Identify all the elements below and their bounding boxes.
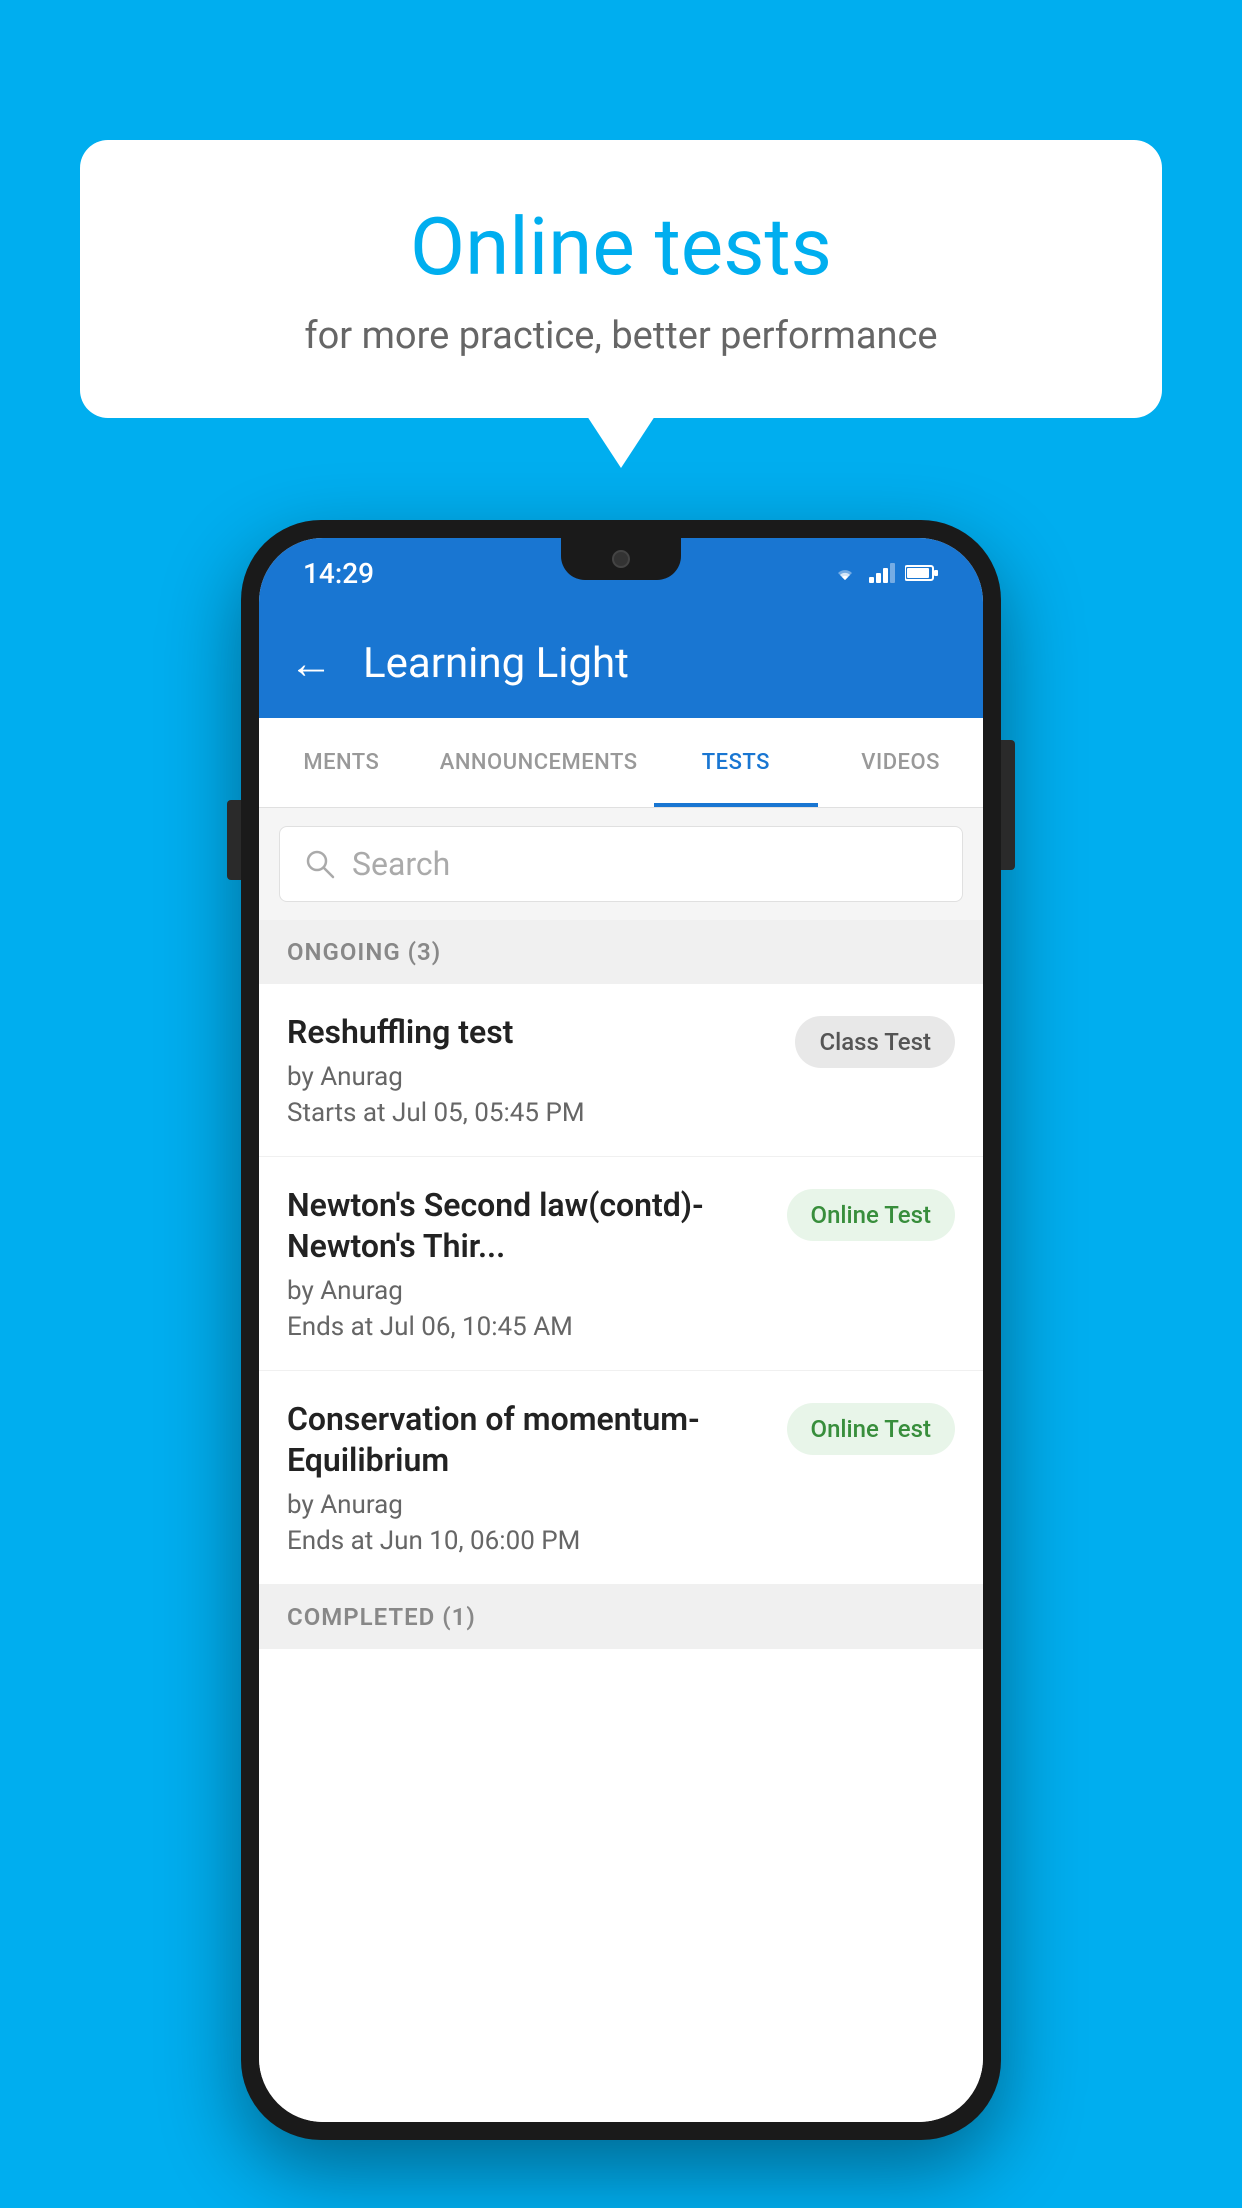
phone-wrapper: 14:29 — [241, 520, 1001, 2140]
test-item[interactable]: Newton's Second law(contd)-Newton's Thir… — [259, 1157, 983, 1371]
notch — [561, 538, 681, 580]
test-item-left: Reshuffling test by Anurag Starts at Jul… — [287, 1012, 775, 1128]
status-bar: 14:29 — [259, 538, 983, 608]
test-item-left: Conservation of momentum-Equilibrium by … — [287, 1399, 767, 1556]
tab-ments[interactable]: MENTS — [259, 718, 424, 807]
test-time: Starts at Jul 05, 05:45 PM — [287, 1098, 775, 1128]
signal-icon — [869, 563, 895, 583]
search-icon — [304, 848, 336, 880]
tab-tests[interactable]: TESTS — [654, 718, 819, 807]
wifi-icon — [831, 562, 859, 584]
test-author: by Anurag — [287, 1490, 767, 1520]
completed-section-header: COMPLETED (1) — [259, 1585, 983, 1649]
search-input-wrapper[interactable]: Search — [279, 826, 963, 902]
tab-announcements[interactable]: ANNOUNCEMENTS — [424, 718, 654, 807]
battery-icon — [905, 564, 939, 582]
tab-videos[interactable]: VIDEOS — [818, 718, 983, 807]
test-time: Ends at Jul 06, 10:45 AM — [287, 1312, 767, 1342]
test-author: by Anurag — [287, 1276, 767, 1306]
search-container: Search — [259, 808, 983, 920]
phone-frame: 14:29 — [241, 520, 1001, 2140]
test-item[interactable]: Conservation of momentum-Equilibrium by … — [259, 1371, 983, 1585]
tabs-container: MENTS ANNOUNCEMENTS TESTS VIDEOS — [259, 718, 983, 808]
bubble-subtitle: for more practice, better performance — [160, 314, 1082, 358]
app-bar-title: Learning Light — [363, 639, 629, 688]
bubble-title: Online tests — [160, 200, 1082, 294]
test-name: Conservation of momentum-Equilibrium — [287, 1399, 767, 1482]
test-name: Reshuffling test — [287, 1012, 775, 1054]
test-time: Ends at Jun 10, 06:00 PM — [287, 1526, 767, 1556]
test-item[interactable]: Reshuffling test by Anurag Starts at Jul… — [259, 984, 983, 1157]
test-author: by Anurag — [287, 1062, 775, 1092]
app-bar: ← Learning Light — [259, 608, 983, 718]
test-name: Newton's Second law(contd)-Newton's Thir… — [287, 1185, 767, 1268]
test-badge-online: Online Test — [787, 1403, 955, 1455]
back-button[interactable]: ← — [289, 637, 333, 689]
speech-bubble: Online tests for more practice, better p… — [80, 140, 1162, 418]
ongoing-section-header: ONGOING (3) — [259, 920, 983, 984]
test-item-left: Newton's Second law(contd)-Newton's Thir… — [287, 1185, 767, 1342]
test-badge-online: Online Test — [787, 1189, 955, 1241]
camera-dot — [612, 550, 630, 568]
status-time: 14:29 — [303, 557, 374, 590]
test-badge-class: Class Test — [795, 1016, 955, 1068]
search-placeholder: Search — [352, 845, 450, 883]
phone-screen: 14:29 — [259, 538, 983, 2122]
status-icons — [831, 562, 939, 584]
speech-bubble-container: Online tests for more practice, better p… — [80, 140, 1162, 418]
tests-list: Reshuffling test by Anurag Starts at Jul… — [259, 984, 983, 2122]
